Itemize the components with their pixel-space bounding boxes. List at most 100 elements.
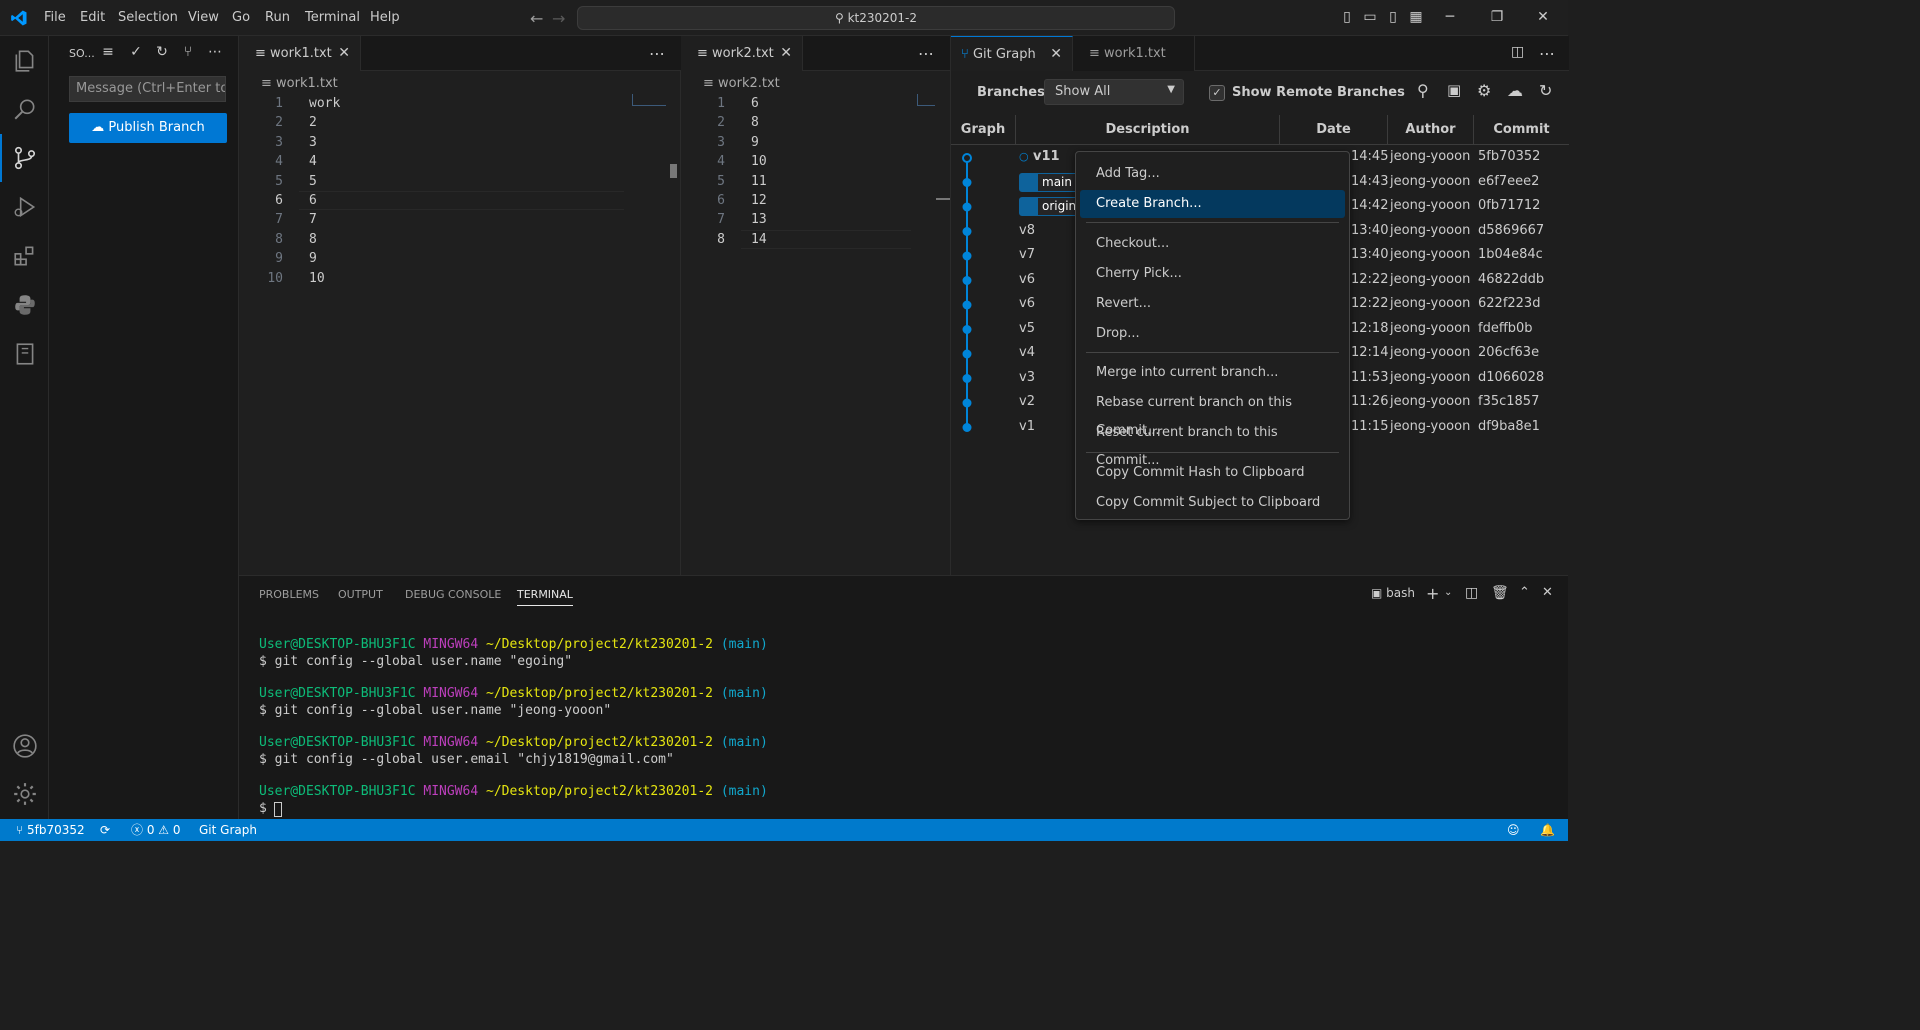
search-icon[interactable] — [12, 96, 38, 122]
branch-badge[interactable]: main — [1019, 172, 1079, 192]
git-graph-status[interactable]: Git Graph — [199, 819, 257, 841]
breadcrumb-label: work1.txt — [276, 76, 338, 91]
publish-branch-button[interactable]: ☁ Publish Branch — [69, 113, 227, 143]
context-menu-item[interactable]: Cherry Pick... — [1080, 260, 1345, 288]
file-icon: ≡ — [703, 76, 719, 91]
close-panel-icon[interactable]: ✕ — [1542, 585, 1553, 600]
split-terminal-icon[interactable]: ◫ — [1465, 585, 1478, 601]
column-description[interactable]: Description — [1016, 115, 1280, 145]
context-menu-item[interactable]: Copy Commit Hash to Clipboard — [1080, 459, 1345, 487]
feedback-icon[interactable]: ☺ — [1507, 819, 1520, 841]
fetch-cloud-icon[interactable]: ☁ — [1507, 81, 1523, 100]
tab-output[interactable]: OUTPUT — [338, 588, 383, 601]
toggle-secondary-sidebar-icon[interactable]: ▯ — [1382, 6, 1404, 28]
cloud-upload-icon: ☁ — [91, 120, 105, 135]
tab-work1-secondary[interactable]: ≡ work1.txt — [1073, 36, 1195, 71]
branch-status[interactable]: ⑂ 5fb70352 — [16, 819, 85, 841]
context-menu-item[interactable]: Merge into current branch... — [1080, 359, 1345, 387]
maximize-panel-icon[interactable]: ⌃ — [1519, 585, 1530, 600]
menu-selection[interactable]: Selection — [118, 10, 178, 25]
tab-problems[interactable]: PROBLEMS — [259, 588, 319, 601]
sidebar-title: SO... — [69, 47, 95, 60]
column-date[interactable]: Date — [1280, 115, 1388, 145]
menu-file[interactable]: File — [44, 10, 66, 25]
close-window-icon[interactable]: ✕ — [1532, 6, 1554, 28]
command-center[interactable]: ⚲ kt230201-2 — [577, 6, 1175, 30]
tab-git-graph[interactable]: ⑂ Git Graph ✕ — [951, 36, 1073, 71]
find-icon[interactable]: ⚲ — [1417, 81, 1429, 100]
context-menu-item[interactable]: Checkout... — [1080, 230, 1345, 258]
context-menu-item[interactable]: Reset current branch to this Commit... — [1080, 419, 1345, 468]
git-graph-view-icon[interactable]: ⑂ — [179, 44, 197, 62]
maximize-icon[interactable]: ❐ — [1486, 6, 1508, 28]
prompt-branch: (main) — [720, 686, 768, 701]
refresh-icon[interactable]: ↻ — [153, 44, 171, 62]
new-terminal-icon[interactable]: + — [1426, 584, 1439, 603]
sync-icon[interactable]: ⟳ — [100, 819, 110, 841]
explorer-icon[interactable] — [12, 48, 38, 74]
commit-hash: d5869667 — [1478, 222, 1545, 238]
notebook-icon[interactable] — [12, 341, 38, 367]
commit-message-input[interactable]: Message (Ctrl+Enter to... — [69, 76, 226, 102]
tab-debug-console[interactable]: DEBUG CONSOLE — [405, 588, 501, 601]
breadcrumb[interactable]: ≡ work2.txt — [703, 76, 780, 91]
toggle-sidebar-icon[interactable]: ▯ — [1336, 6, 1358, 28]
tab-work1[interactable]: ≡ work1.txt ✕ — [239, 36, 361, 71]
commit-check-icon[interactable]: ✓ — [127, 44, 145, 62]
customize-layout-icon[interactable]: ▦ — [1405, 6, 1427, 28]
context-menu-item[interactable]: Create Branch... — [1080, 190, 1345, 218]
terminal-shell-selector[interactable]: ▣ bash — [1371, 586, 1415, 600]
scrollbar-thumb[interactable] — [936, 198, 950, 200]
chevron-down-icon[interactable]: ⌄ — [1444, 587, 1452, 598]
toggle-panel-icon[interactable]: ▭ — [1359, 6, 1381, 28]
tab-work2[interactable]: ≡ work2.txt ✕ — [681, 36, 803, 71]
gear-icon[interactable] — [12, 781, 38, 807]
scrollbar-thumb[interactable] — [670, 164, 677, 178]
view-as-list-icon[interactable]: ≡ — [99, 44, 117, 62]
more-actions-icon[interactable]: ⋯ — [649, 44, 665, 63]
more-actions-icon[interactable]: ⋯ — [206, 44, 224, 62]
context-menu-item[interactable]: Add Tag... — [1080, 160, 1345, 188]
minimize-icon[interactable]: ─ — [1439, 6, 1461, 28]
context-menu-item[interactable]: Copy Commit Subject to Clipboard — [1080, 489, 1345, 517]
more-actions-icon[interactable]: ⋯ — [1539, 44, 1555, 63]
menu-edit[interactable]: Edit — [80, 10, 105, 25]
minimap[interactable] — [917, 94, 935, 106]
run-debug-icon[interactable] — [12, 194, 38, 220]
problems-status[interactable]: ⓧ 0 ⚠ 0 — [131, 819, 181, 841]
terminal-cursor — [274, 802, 282, 817]
menu-help[interactable]: Help — [370, 10, 400, 25]
menu-go[interactable]: Go — [232, 10, 250, 25]
account-icon[interactable] — [12, 733, 38, 759]
notifications-bell-icon[interactable]: 🔔 — [1540, 819, 1555, 841]
branches-dropdown[interactable]: Show All ▼ — [1044, 79, 1184, 105]
back-arrow-icon[interactable]: ← — [530, 9, 543, 28]
breadcrumb[interactable]: ≡ work1.txt — [261, 76, 338, 91]
tab-terminal[interactable]: TERMINAL — [517, 588, 573, 606]
terminal-icon[interactable]: ▣ — [1447, 81, 1461, 99]
context-menu-item[interactable]: Drop... — [1080, 320, 1345, 348]
menu-run[interactable]: Run — [265, 10, 290, 25]
settings-gear-icon[interactable]: ⚙ — [1477, 81, 1491, 100]
menu-view[interactable]: View — [188, 10, 219, 25]
extensions-icon[interactable] — [12, 243, 38, 269]
close-icon[interactable]: ✕ — [1050, 37, 1062, 72]
forward-arrow-icon[interactable]: → — [552, 9, 565, 28]
trash-icon[interactable]: 🗑 — [1491, 585, 1509, 601]
python-icon[interactable] — [12, 292, 38, 318]
column-commit[interactable]: Commit — [1474, 115, 1569, 145]
column-author[interactable]: Author — [1388, 115, 1474, 145]
commit-author: jeong-yooon — [1390, 345, 1471, 360]
column-graph[interactable]: Graph — [951, 115, 1016, 145]
split-editor-icon[interactable]: ◫ — [1511, 44, 1524, 60]
close-icon[interactable]: ✕ — [780, 36, 792, 71]
close-icon[interactable]: ✕ — [338, 36, 350, 71]
refresh-icon[interactable]: ↻ — [1539, 81, 1552, 100]
show-remote-checkbox[interactable]: ✓ — [1209, 85, 1225, 101]
context-menu-item[interactable]: Rebase current branch on this Commit... — [1080, 389, 1345, 438]
context-menu-item[interactable]: Revert... — [1080, 290, 1345, 318]
minimap[interactable] — [632, 94, 666, 106]
source-control-icon[interactable] — [12, 145, 38, 171]
menu-terminal[interactable]: Terminal — [305, 10, 360, 25]
more-actions-icon[interactable]: ⋯ — [918, 44, 934, 63]
